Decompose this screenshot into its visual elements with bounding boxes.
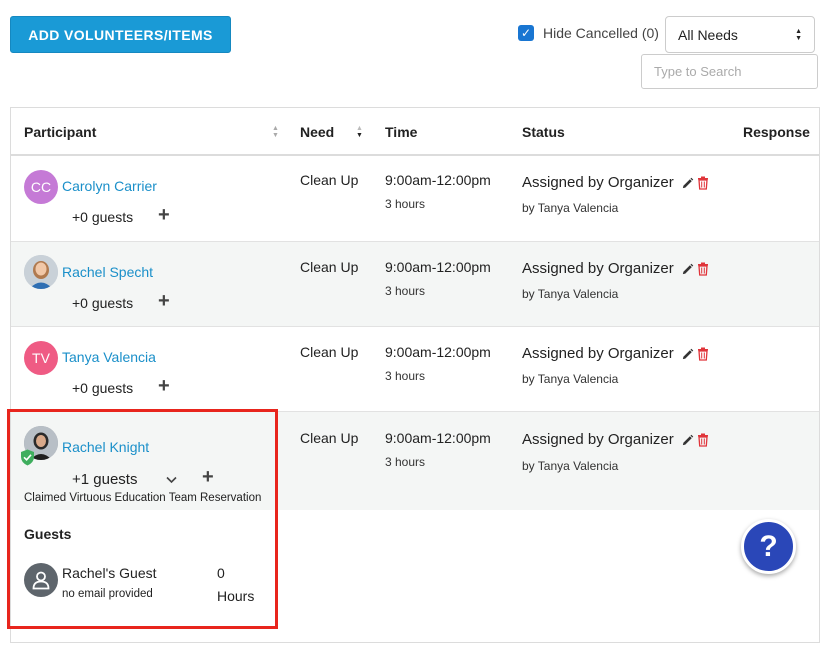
participant-name-link[interactable]: Rachel Specht	[62, 264, 153, 280]
pencil-icon[interactable]	[681, 263, 694, 276]
time-value: 9:00am-12:00pm	[385, 344, 491, 360]
need-value: Clean Up	[300, 344, 359, 360]
photo-avatar-icon	[24, 255, 58, 289]
needs-filter-select[interactable]: All Needs ▲ ▼	[665, 16, 815, 53]
table-header: Participant ▲ ▼ Need ▲ ▼ Time Status Respo…	[11, 108, 819, 156]
search-input[interactable]	[641, 54, 818, 89]
pencil-icon[interactable]	[681, 434, 694, 447]
add-volunteers-button[interactable]: ADD VOLUNTEERS/ITEMS	[10, 16, 231, 53]
hide-cancelled-toggle[interactable]: ✓ Hide Cancelled (0)	[518, 25, 659, 41]
avatar: CC	[24, 170, 58, 204]
hide-cancelled-checkbox[interactable]: ✓	[518, 25, 534, 41]
column-participant[interactable]: Participant	[24, 124, 96, 140]
participant-name-link[interactable]: Carolyn Carrier	[62, 178, 157, 194]
guests-count: +0 guests	[72, 295, 134, 311]
participant-name-link[interactable]: Tanya Valencia	[62, 349, 156, 365]
table-row: TV Tanya Valencia +0 guests + Clean Up 9…	[11, 327, 819, 412]
avatar: TV	[24, 341, 58, 375]
assigned-by: by Tanya Valencia	[522, 201, 619, 215]
hide-cancelled-label: Hide Cancelled (0)	[543, 25, 659, 41]
time-value: 9:00am-12:00pm	[385, 430, 491, 446]
trash-icon[interactable]	[697, 262, 709, 276]
duration-value: 3 hours	[385, 197, 426, 211]
status-value: Assigned by Organizer	[522, 260, 709, 277]
help-button[interactable]: ?	[741, 519, 796, 574]
add-guest-plus-icon[interactable]: +	[158, 376, 170, 396]
need-value: Clean Up	[300, 259, 359, 275]
need-value: Clean Up	[300, 172, 359, 188]
trash-icon[interactable]	[697, 347, 709, 361]
status-label: Assigned by Organizer	[522, 345, 674, 362]
status-label: Assigned by Organizer	[522, 260, 674, 277]
select-arrows-icon: ▲ ▼	[795, 27, 802, 42]
trash-icon[interactable]	[697, 433, 709, 447]
time-value: 9:00am-12:00pm	[385, 172, 491, 188]
column-response[interactable]: Response	[743, 124, 810, 140]
add-guest-plus-icon[interactable]: +	[158, 291, 170, 311]
table-row: Rachel Specht +0 guests + Clean Up 9:00a…	[11, 242, 819, 327]
duration-value: 3 hours	[385, 369, 426, 383]
time-value: 9:00am-12:00pm	[385, 259, 491, 275]
table-row: CC Carolyn Carrier +0 guests + Clean Up …	[11, 156, 819, 242]
needs-filter-value: All Needs	[678, 26, 738, 43]
pencil-icon[interactable]	[681, 348, 694, 361]
assigned-by: by Tanya Valencia	[522, 287, 619, 301]
duration-value: 3 hours	[385, 455, 426, 469]
sort-icon-active[interactable]: ▲ ▼	[356, 125, 363, 139]
status-label: Assigned by Organizer	[522, 174, 674, 191]
add-guest-plus-icon[interactable]: +	[158, 205, 170, 225]
status-value: Assigned by Organizer	[522, 174, 709, 191]
avatar	[24, 255, 58, 289]
duration-value: 3 hours	[385, 284, 426, 298]
pencil-icon[interactable]	[681, 177, 694, 190]
guests-count: +0 guests	[72, 380, 134, 396]
sort-icon[interactable]: ▲ ▼	[272, 125, 279, 139]
column-status[interactable]: Status	[522, 124, 565, 140]
status-value: Assigned by Organizer	[522, 431, 709, 448]
status-label: Assigned by Organizer	[522, 431, 674, 448]
column-time[interactable]: Time	[385, 124, 417, 140]
highlight-box	[7, 409, 278, 629]
need-value: Clean Up	[300, 430, 359, 446]
assigned-by: by Tanya Valencia	[522, 459, 619, 473]
status-value: Assigned by Organizer	[522, 345, 709, 362]
trash-icon[interactable]	[697, 176, 709, 190]
assigned-by: by Tanya Valencia	[522, 372, 619, 386]
column-need[interactable]: Need	[300, 124, 334, 140]
guests-count: +0 guests	[72, 209, 134, 225]
